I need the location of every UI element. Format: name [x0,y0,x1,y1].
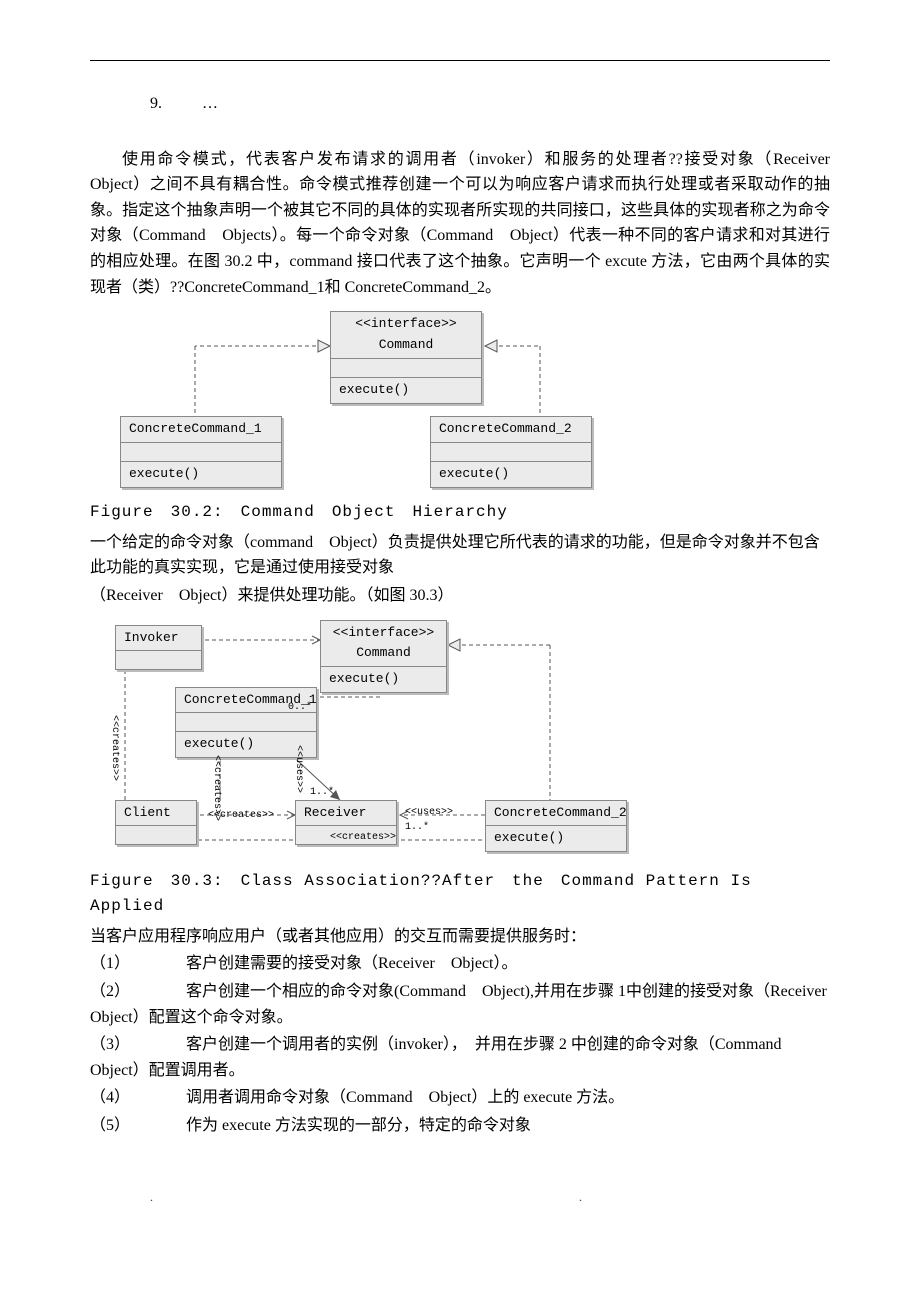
interface-name: Command [356,645,411,660]
class-name: Receiver [304,805,366,820]
interface-method: execute() [339,382,409,397]
step-5: （5） 作为 execute 方法实现的一部分，特定的命令对象 [90,1113,830,1139]
footer-dots: . . . [90,1188,830,1207]
top-rule [90,60,830,61]
uml-concrete-command-2: ConcreteCommand_2 execute() [430,416,592,488]
step-1: （1） 客户创建需要的接受对象（Receiver Object）。 [90,951,830,977]
step-2: （2） 客户创建一个相应的命令对象(Command Object),并用在步骤 … [90,979,830,1030]
uml-concrete-command-1: ConcreteCommand_1 execute() [120,416,282,488]
list-number: 9. [150,95,162,112]
uml-command-interface-2: <<interface>> Command execute() [320,620,447,693]
list-number-line: 9. … [90,91,830,117]
figure-30-2-diagram: <<interface>> Command execute() Concrete… [90,306,610,496]
page-container: 9. … 使用命令模式，代表客户发布请求的调用者（invoker）和服务的处理者… [0,0,920,1248]
interface-stereotype: <<interface>> [333,625,434,640]
uml-concrete-command-2b: ConcreteCommand_2 execute() [485,800,627,853]
class-method: execute() [184,736,254,751]
figure-30-3-caption: Figure 30.3: Class Association??After th… [90,869,830,920]
uml-command-interface: <<interface>> Command execute() [330,311,482,403]
label-uses-1: <<uses>> [405,805,453,821]
label-creates-vert2: <<creates>> [208,755,224,821]
paragraph-1: 使用命令模式，代表客户发布请求的调用者（invoker）和服务的处理者??接受对… [90,147,830,301]
step-4: （4） 调用者调用命令对象（Command Object）上的 execute … [90,1085,830,1111]
label-creates-vert: <<creates>> [106,715,122,781]
class-method: execute() [494,830,564,845]
class-name: ConcreteCommand_2 [494,805,627,820]
class-name: ConcreteCommand_1 [129,421,262,436]
class-name: Client [124,805,171,820]
uml-invoker: Invoker [115,625,202,671]
class-method: execute() [439,466,509,481]
class-name: Invoker [124,630,179,645]
paragraph-3: 当客户应用程序响应用户（或者其他应用）的交互而需要提供服务时： [90,924,830,950]
label-uses-vert: <<uses>> [290,745,306,793]
label-mult-1star-a: 1..* [310,785,334,801]
label-creates-2: <<creates>> [330,830,396,846]
paragraph-2b: （Receiver Object）来提供处理功能。（如图 30.3） [90,583,830,609]
label-mult-1star-b: 1..* [405,820,429,836]
class-name: ConcreteCommand_2 [439,421,572,436]
paragraph-2a: 一个给定的命令对象（command Object）负责提供处理它所代表的请求的功… [90,530,830,581]
interface-method: execute() [329,671,399,686]
interface-name: Command [379,337,434,352]
class-method: execute() [129,466,199,481]
uml-client: Client [115,800,197,846]
figure-30-2-caption: Figure 30.2: Command Object Hierarchy [90,500,830,526]
ellipsis: … [202,95,218,112]
interface-stereotype: <<interface>> [355,316,456,331]
figure-30-3-diagram: Invoker <<interface>> Command execute() … [90,615,630,865]
label-mult-0star: 0..* [288,700,312,716]
step-3: （3） 客户创建一个调用者的实例（invoker）， 并用在步骤 2 中创建的命… [90,1032,830,1083]
